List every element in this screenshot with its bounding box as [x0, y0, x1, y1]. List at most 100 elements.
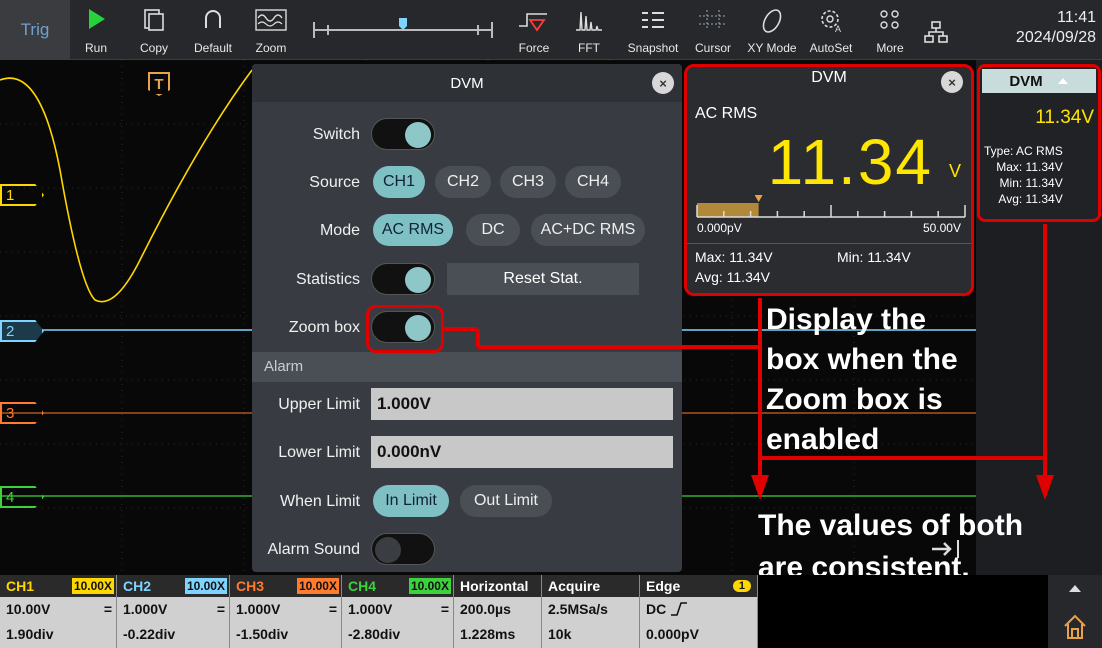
- network-icon[interactable]: [924, 20, 948, 44]
- source-ch1-button[interactable]: CH1: [373, 166, 425, 198]
- dvm-zoom-unit: V: [948, 161, 961, 181]
- trig-label: Trig: [20, 20, 50, 39]
- dvm-zoom-scale-max: 50.00V: [922, 221, 961, 235]
- zoom-wave-icon: [255, 9, 287, 31]
- acquire-status[interactable]: Acquire 2.5MSa/s 10k: [542, 575, 640, 648]
- ch1-status[interactable]: CH1 10.00X 10.00V = 1.90div: [0, 575, 117, 648]
- dvm-zoom-avg: Avg: 11.34V: [695, 269, 770, 285]
- dvm-zoom-scale-min: 0.000pV: [697, 221, 742, 235]
- alarm-sound-label: Alarm Sound: [267, 541, 361, 558]
- lower-limit-label: Lower Limit: [278, 444, 360, 461]
- source-ch3-button[interactable]: CH3: [500, 166, 556, 198]
- cursor-button[interactable]: Cursor: [690, 4, 736, 58]
- chevron-up-icon[interactable]: [1068, 583, 1082, 593]
- statistics-label: Statistics: [295, 271, 360, 288]
- dvm-side-avg: Avg: 11.34V: [998, 192, 1063, 206]
- ch4-marker[interactable]: 4: [0, 486, 44, 508]
- switch-label: Switch: [312, 126, 360, 143]
- ch2-status[interactable]: CH2 10.00X 1.000V = -0.22div: [117, 575, 230, 648]
- trig-status-button[interactable]: Trig: [0, 0, 70, 60]
- out-limit-button[interactable]: Out Limit: [460, 485, 552, 517]
- ch3-status[interactable]: CH3 10.00X 1.000V = -1.50div: [230, 575, 342, 648]
- upper-limit-label: Upper Limit: [278, 396, 360, 413]
- reset-icon: [205, 10, 221, 28]
- copy-icon: [144, 9, 164, 31]
- snapshot-list-icon: [642, 12, 664, 28]
- force-button[interactable]: Force: [508, 4, 560, 58]
- zoom-button[interactable]: Zoom: [248, 4, 294, 58]
- run-label: Run: [84, 41, 107, 55]
- dvm-zoom-max: Max: 11.34V: [695, 249, 773, 265]
- alarm-section-header: Alarm: [252, 352, 682, 382]
- ch1-waveform: [0, 69, 253, 303]
- zoom-box-label: Zoom box: [288, 319, 360, 336]
- more-grid-icon: [880, 10, 899, 29]
- xy-mode-label: XY Mode: [747, 41, 797, 55]
- autoset-button[interactable]: A AutoSet: [806, 4, 856, 58]
- ch4-status[interactable]: CH4 10.00X 1.000V = -2.80div: [342, 575, 454, 648]
- mode-ac-dc-rms-button[interactable]: AC+DC RMS: [531, 214, 645, 246]
- when-limit-label: When Limit: [279, 493, 360, 510]
- edge-trigger-status[interactable]: Edge 1 DC 0.000pV: [640, 575, 758, 648]
- dvm-zoom-box: DVM × AC RMS 11.34 V 0.000pV 50.00V Max:…: [684, 64, 974, 296]
- play-icon: [89, 9, 105, 29]
- dvm-side-stats: Type: AC RMS Max: 11.34V Min: 11.34V Avg…: [984, 143, 1063, 207]
- force-trigger-icon: [519, 13, 547, 32]
- mode-dc-button[interactable]: DC: [466, 214, 520, 246]
- source-ch2-button[interactable]: CH2: [435, 166, 491, 198]
- statistics-toggle[interactable]: [371, 263, 435, 295]
- zoom-label: Zoom: [255, 41, 287, 55]
- dvm-zoom-min: Min: 11.34V: [837, 249, 911, 265]
- dvm-zoom-mode: AC RMS: [695, 105, 758, 122]
- svg-text:A: A: [835, 24, 841, 34]
- dvm-zoom-close-icon[interactable]: ×: [941, 71, 963, 93]
- dvm-side-header[interactable]: DVM: [982, 69, 1096, 93]
- reset-stat-button[interactable]: Reset Stat.: [447, 263, 639, 295]
- dvm-zoom-title: DVM: [811, 69, 847, 86]
- close-icon[interactable]: ×: [652, 72, 674, 94]
- dvm-side-value: 11.34V: [1035, 107, 1094, 128]
- dvm-side-min: Min: 11.34V: [999, 176, 1063, 190]
- switch-toggle[interactable]: [371, 118, 435, 150]
- upper-limit-field[interactable]: 1.000V: [371, 388, 673, 420]
- status-bar-empty: [758, 575, 1048, 648]
- ch2-marker[interactable]: 2: [0, 320, 44, 342]
- clock: 11:41 2024/09/28: [1016, 8, 1096, 48]
- fft-label: FFT: [578, 41, 600, 55]
- home-icon[interactable]: [1062, 613, 1088, 641]
- alarm-sound-toggle[interactable]: [371, 533, 435, 565]
- more-button[interactable]: More: [868, 4, 912, 58]
- mode-ac-rms-button[interactable]: AC RMS: [373, 214, 453, 246]
- dvm-zoom-bar-marker: [754, 195, 763, 202]
- horizontal-status[interactable]: Horizontal 200.0µs 1.228ms: [454, 575, 542, 648]
- ch3-marker[interactable]: 3: [0, 402, 44, 424]
- autoset-label: AutoSet: [809, 41, 853, 55]
- snapshot-button[interactable]: Snapshot: [624, 4, 682, 58]
- lower-limit-field[interactable]: 0.000nV: [371, 436, 673, 468]
- status-bar: CH1 10.00X 10.00V = 1.90div CH2 10.00X 1.00…: [0, 575, 1102, 648]
- home-panel: [1048, 575, 1102, 648]
- clock-date: 2024/09/28: [1015, 29, 1096, 46]
- fft-button[interactable]: FFT: [566, 4, 612, 58]
- dvm-side-panel: DVM 11.34V Type: AC RMS Max: 11.34V Min:…: [977, 64, 1101, 222]
- dvm-dialog-title: DVM: [450, 74, 484, 92]
- in-limit-button[interactable]: In Limit: [373, 485, 449, 517]
- copy-button[interactable]: Copy: [132, 4, 176, 58]
- timebase-slider[interactable]: [308, 16, 498, 44]
- snapshot-label: Snapshot: [627, 41, 679, 55]
- dvm-side-type: Type: AC RMS: [984, 144, 1063, 158]
- source-ch4-button[interactable]: CH4: [565, 166, 621, 198]
- dvm-dialog-header: DVM: [252, 64, 682, 102]
- xy-ellipse-icon: [762, 9, 782, 33]
- more-label: More: [876, 41, 904, 55]
- run-button[interactable]: Run: [76, 4, 116, 58]
- dvm-zoom-value: 11.34: [767, 126, 933, 198]
- xy-mode-button[interactable]: XY Mode: [744, 4, 800, 58]
- dvm-settings-dialog: DVM × Switch Source CH1 CH2 CH3 CH4 Mode…: [252, 64, 682, 572]
- default-button[interactable]: Default: [190, 4, 236, 58]
- ch1-marker[interactable]: 1: [0, 184, 44, 206]
- annotation-zoom-box: Display the box when the Zoom box is ena…: [766, 303, 958, 456]
- cursor-crosshair-icon: [699, 10, 727, 30]
- dvm-side-max: Max: 11.34V: [996, 160, 1063, 174]
- autoset-gear-icon: A: [821, 10, 841, 34]
